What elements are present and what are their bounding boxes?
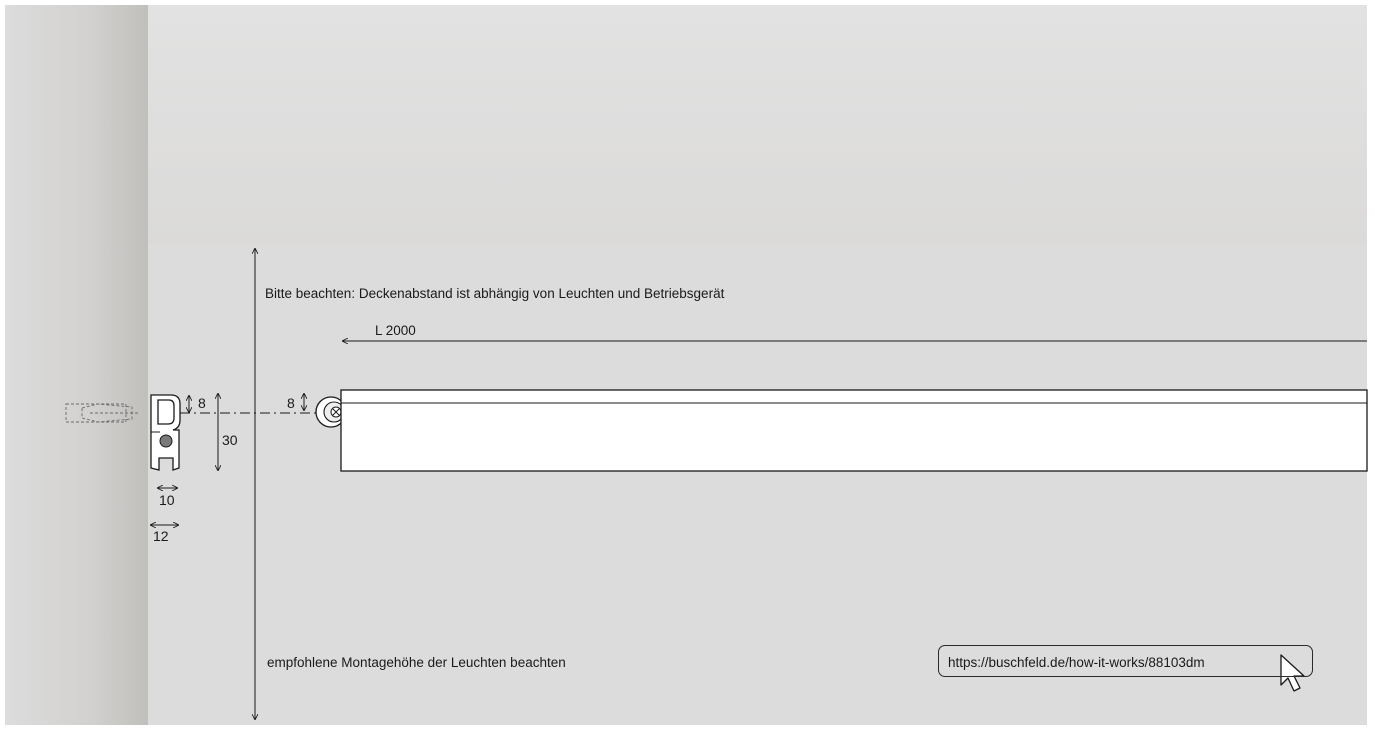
profile-inner-width-label: 10 (159, 492, 175, 508)
link-url[interactable]: https://buschfeld.de/how-it-works/88103d… (948, 655, 1205, 670)
diagram-canvas (5, 5, 1368, 725)
mounting-diagram: Bitte beachten: Deckenabstand ist abhäng… (0, 0, 1375, 725)
profile-outer-width-label: 12 (153, 528, 169, 544)
length-label: L 2000 (375, 323, 416, 338)
how-it-works-link[interactable]: https://buschfeld.de/how-it-works/88103d… (938, 645, 1313, 677)
rail-offset-label: 8 (287, 395, 295, 411)
ceiling-distance-note: Bitte beachten: Deckenabstand ist abhäng… (265, 286, 725, 301)
wall-side-shadow (5, 5, 148, 725)
profile-height-label: 30 (222, 432, 238, 448)
mounting-rail (340, 389, 1368, 472)
mounting-height-note: empfohlene Montagehöhe der Leuchten beac… (267, 655, 566, 670)
profile-offset-label: 8 (198, 395, 206, 411)
